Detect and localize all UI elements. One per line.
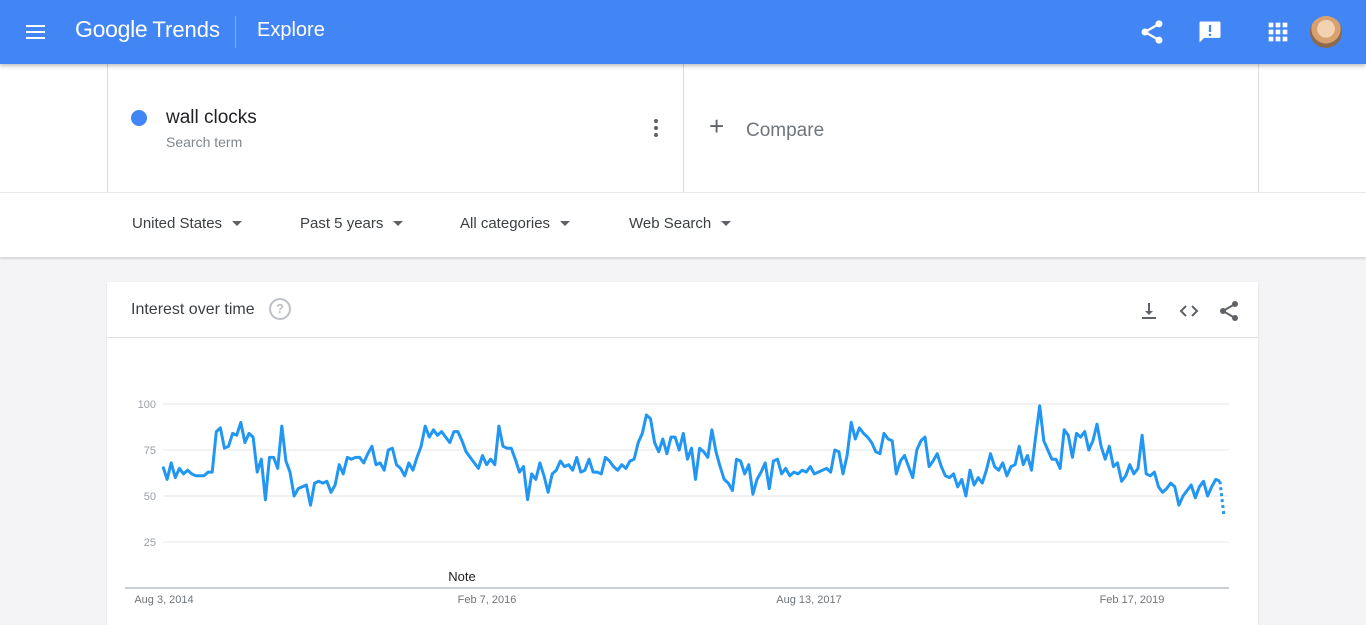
time-range-dropdown-label: Past 5 years bbox=[300, 215, 384, 232]
search-term-subtitle: Search term bbox=[166, 134, 243, 150]
header-divider bbox=[235, 16, 236, 48]
help-icon[interactable]: ? bbox=[269, 298, 291, 320]
search-term-panel: wall clocks Search term + Compare bbox=[0, 64, 1366, 192]
page-title: Explore bbox=[257, 19, 325, 41]
compare-button[interactable] bbox=[703, 108, 863, 148]
filter-bar: United States Past 5 years All categorie… bbox=[0, 192, 1366, 257]
avatar[interactable] bbox=[1310, 16, 1342, 48]
search-type-dropdown[interactable]: Web Search bbox=[629, 215, 732, 232]
card-title: Interest over time bbox=[131, 301, 255, 318]
menu-icon[interactable] bbox=[24, 20, 48, 44]
brand-google: Google bbox=[75, 16, 148, 42]
y-tick-label: 50 bbox=[144, 491, 156, 503]
y-tick-label: 100 bbox=[138, 399, 156, 411]
more-options-icon[interactable] bbox=[646, 118, 666, 138]
series-line-0 bbox=[161, 404, 1221, 507]
caret-down-icon bbox=[560, 221, 571, 226]
chart-note-annotation: Note bbox=[448, 569, 475, 584]
feedback-icon[interactable] bbox=[1196, 18, 1224, 46]
region-dropdown-label: United States bbox=[132, 215, 223, 232]
term-color-dot bbox=[131, 110, 147, 126]
share-icon[interactable] bbox=[1217, 299, 1241, 323]
interest-over-time-card: Interest over time ? 25 50 75 100 Aug 3, 20… bbox=[107, 282, 1258, 625]
caret-down-icon bbox=[232, 221, 243, 226]
chart-series bbox=[161, 404, 1226, 517]
compare-card: + Compare bbox=[683, 64, 1259, 192]
google-trends-logo[interactable]: Google Trends bbox=[75, 16, 220, 48]
search-term-card[interactable]: wall clocks Search term bbox=[107, 64, 684, 192]
x-tick-label: Feb 7, 2016 bbox=[458, 594, 517, 606]
chart-y-ticks: 25 50 75 100 bbox=[138, 399, 156, 549]
apps-icon[interactable] bbox=[1264, 18, 1292, 46]
x-tick-label: Aug 13, 2017 bbox=[776, 594, 841, 606]
category-dropdown-label: All categories bbox=[460, 215, 551, 232]
share-icon[interactable] bbox=[1138, 18, 1166, 46]
brand-trends: Trends bbox=[152, 17, 221, 42]
interest-line-chart: 25 50 75 100 Aug 3, 2014 Feb 7, 2016 Aug 13, … bbox=[125, 399, 1229, 606]
category-dropdown[interactable]: All categories bbox=[460, 215, 571, 232]
search-type-dropdown-label: Web Search bbox=[629, 215, 712, 232]
caret-down-icon bbox=[721, 221, 732, 226]
download-icon[interactable] bbox=[1137, 299, 1161, 323]
y-tick-label: 75 bbox=[144, 445, 156, 457]
time-range-dropdown[interactable]: Past 5 years bbox=[300, 215, 404, 232]
x-tick-label: Aug 3, 2014 bbox=[134, 594, 193, 606]
chart-x-ticks: Aug 3, 2014 Feb 7, 2016 Aug 13, 2017 Feb 17… bbox=[134, 594, 1164, 606]
x-tick-label: Feb 17, 2019 bbox=[1100, 594, 1165, 606]
series-partial-segment bbox=[1218, 481, 1226, 517]
search-term-name[interactable]: wall clocks bbox=[166, 107, 257, 129]
region-dropdown[interactable]: United States bbox=[132, 215, 243, 232]
embed-icon[interactable] bbox=[1177, 299, 1201, 323]
top-app-bar: Google Trends Explore bbox=[0, 0, 1366, 64]
caret-down-icon bbox=[393, 221, 404, 226]
y-tick-label: 25 bbox=[144, 537, 156, 549]
